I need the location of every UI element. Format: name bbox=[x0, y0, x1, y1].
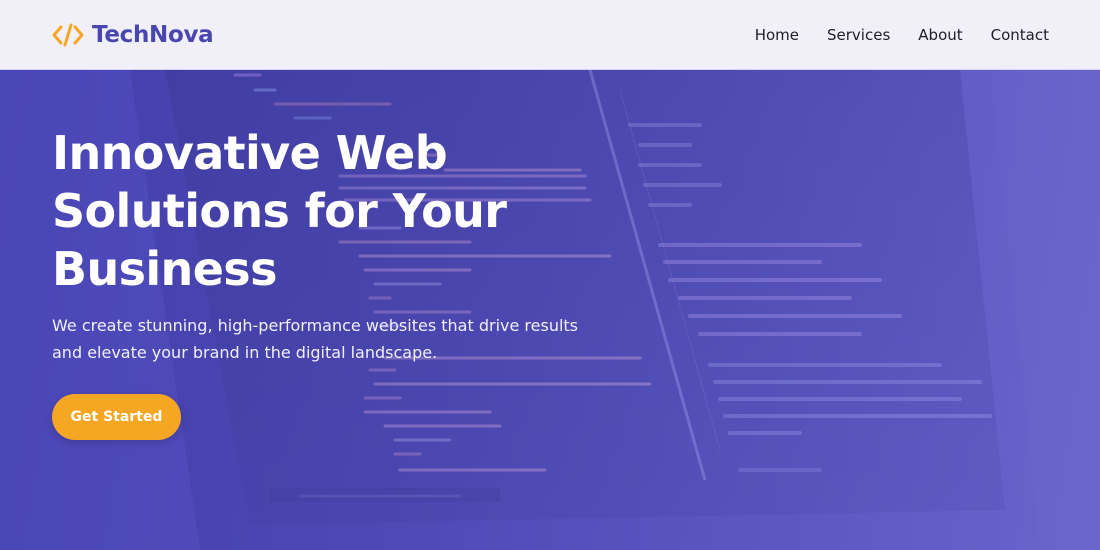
navbar: TechNova Home Services About Contact bbox=[0, 0, 1100, 70]
hero-content: Innovative Web Solutions for Your Busine… bbox=[52, 124, 652, 440]
hero-title: Innovative Web Solutions for Your Busine… bbox=[52, 126, 507, 296]
code-brackets-icon bbox=[52, 23, 84, 46]
nav-link-home[interactable]: Home bbox=[755, 26, 799, 44]
main-nav: Home Services About Contact bbox=[755, 26, 1049, 44]
hero-subtitle: We create stunning, high-performance web… bbox=[52, 316, 579, 362]
nav-link-contact[interactable]: Contact bbox=[991, 26, 1049, 44]
get-started-button[interactable]: Get Started bbox=[52, 394, 181, 440]
nav-link-about[interactable]: About bbox=[918, 26, 962, 44]
hero-section: Innovative Web Solutions for Your Busine… bbox=[0, 70, 1100, 550]
nav-link-services[interactable]: Services bbox=[827, 26, 890, 44]
brand-logo-link[interactable]: TechNova bbox=[52, 21, 214, 48]
brand-name: TechNova bbox=[92, 21, 214, 48]
